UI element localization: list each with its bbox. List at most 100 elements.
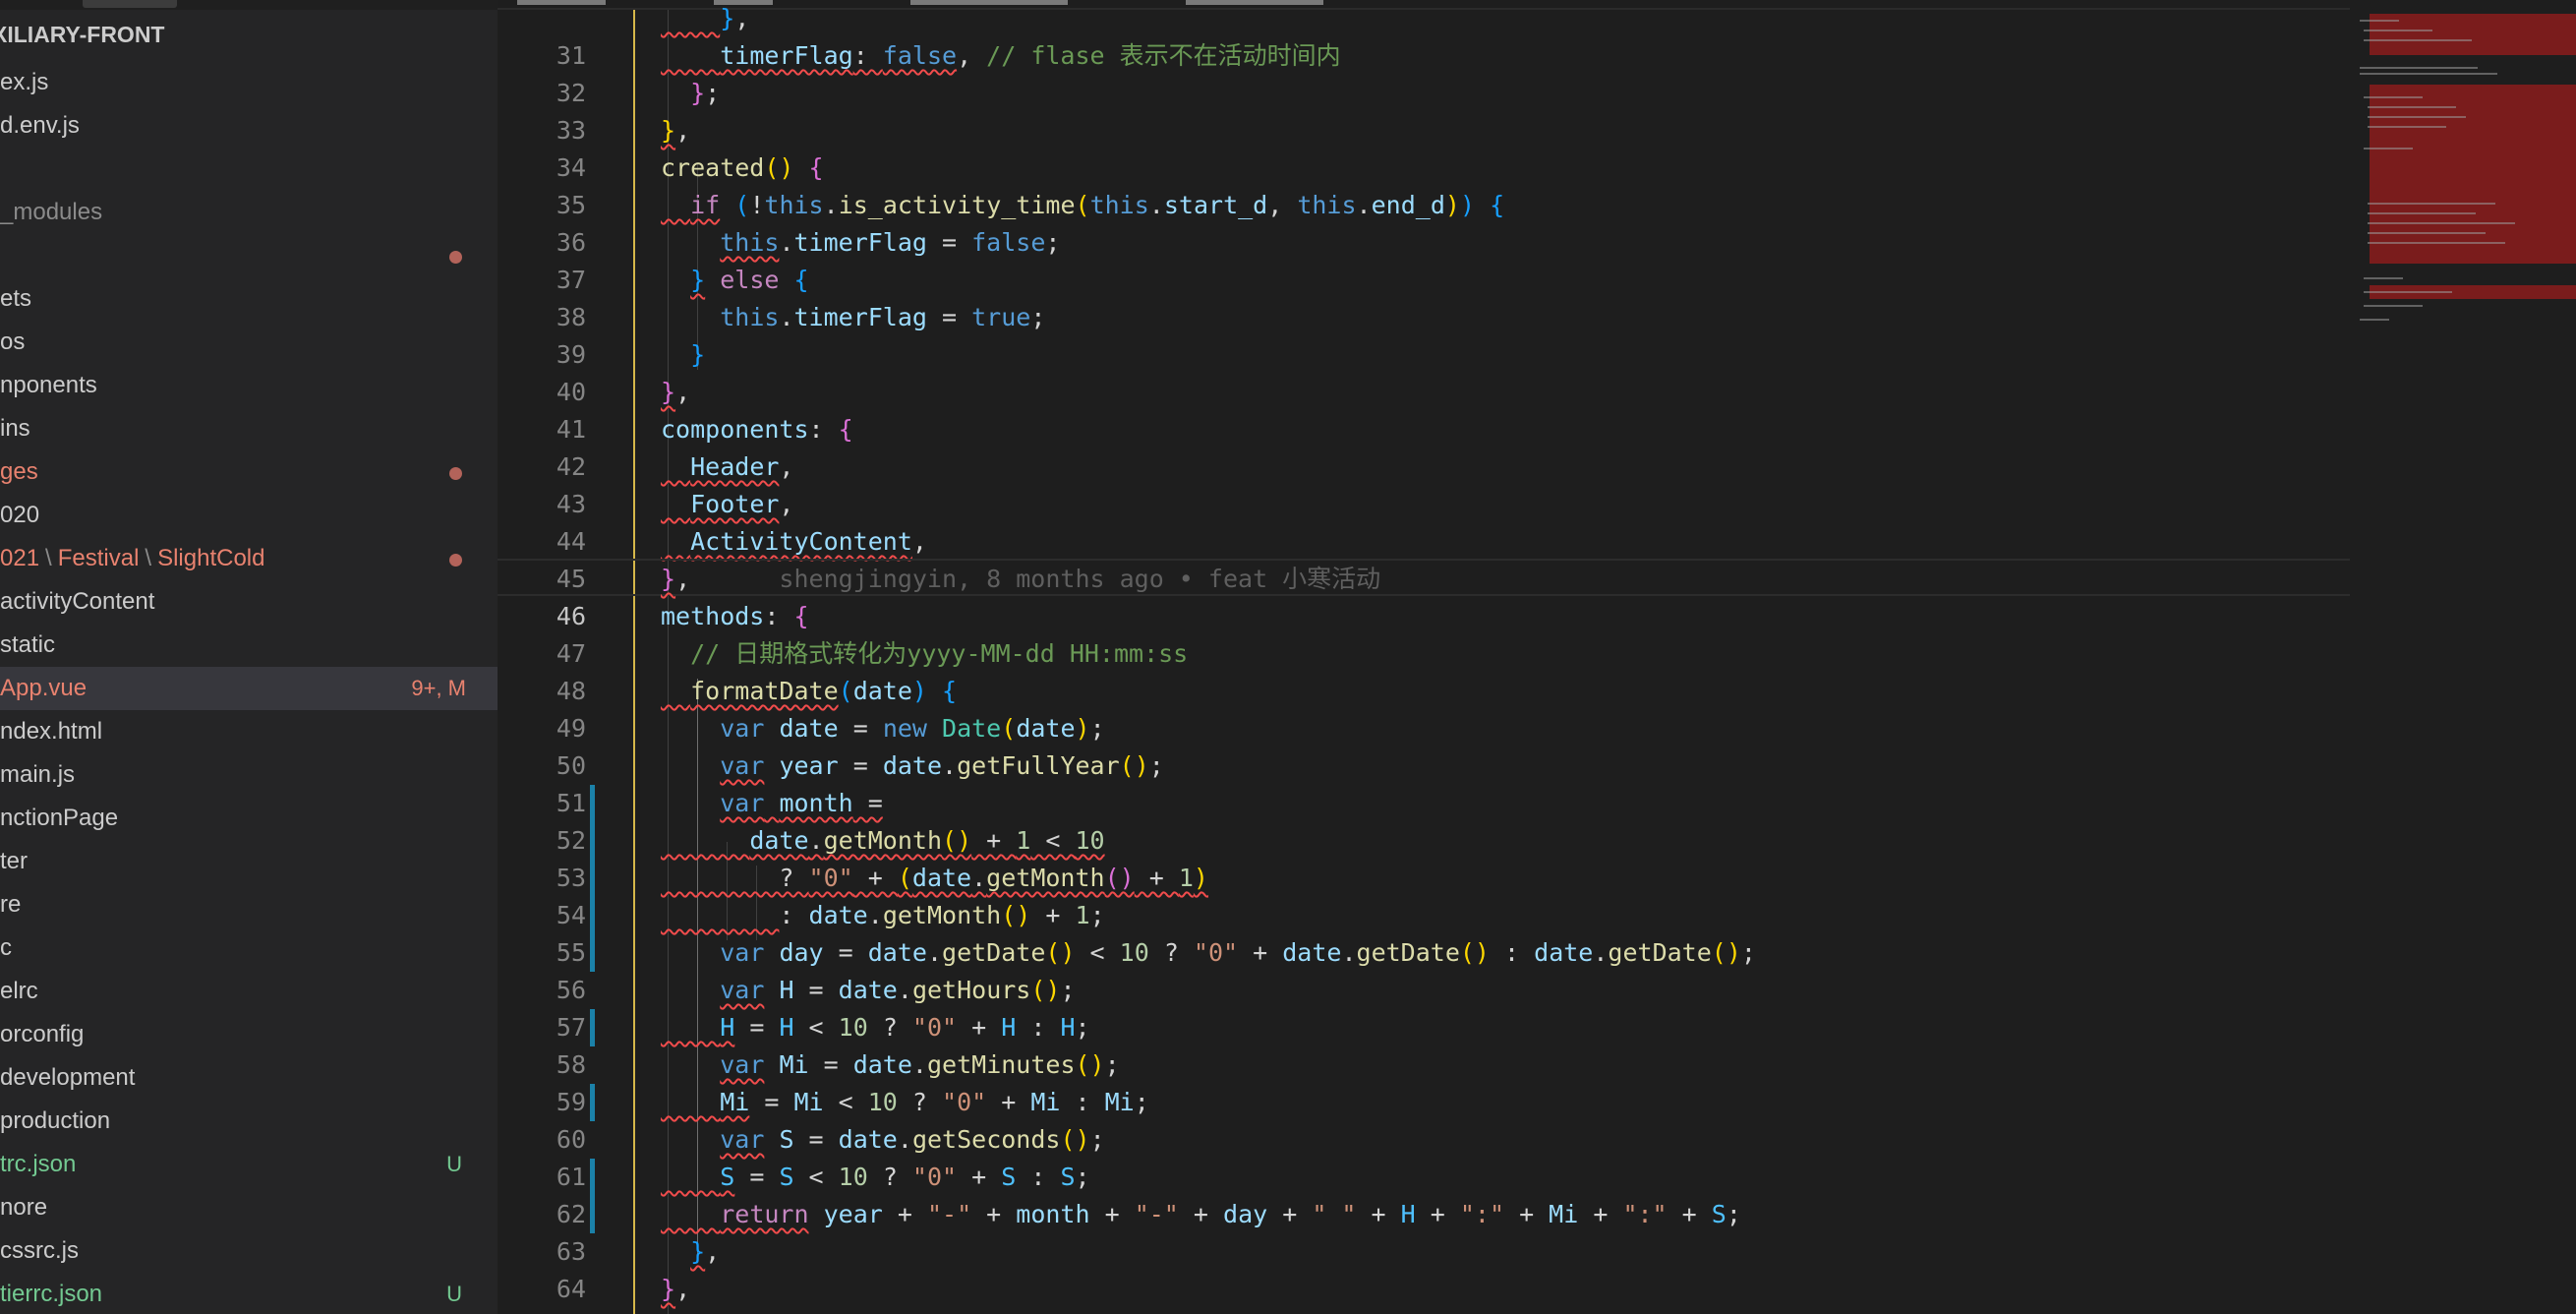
code-line[interactable]: 41 }, [498,374,2350,444]
code-text: var H = date.getHours(); [720,976,1076,1004]
code-line[interactable]: 36 if (!this.is_activity_time(this.start… [498,187,2350,257]
code-text: date.getMonth() + 1 < 10 [749,826,1105,855]
code-line[interactable]: 64 }, [498,1233,2350,1303]
tree-item[interactable]: cssrc.js [0,1229,498,1273]
code-line[interactable]: 38 } else { [498,262,2350,331]
code-line[interactable]: 52 var month = [498,785,2350,855]
tree-item-node-modules[interactable]: _modules [0,191,498,234]
code-text: ? "0" + (date.getMonth() + 1) [661,864,1208,892]
code-text: var date = new Date(date); [720,714,1105,743]
code-line[interactable]: 51 var year = date.getFullYear(); [498,747,2350,817]
code-line[interactable]: 44 Footer, [498,486,2350,556]
minimap-line [2368,126,2446,128]
tree-item[interactable]: ets [0,277,498,321]
code-line[interactable]: 37 this.timerFlag = false; [498,224,2350,294]
tree-item[interactable]: os [0,321,498,364]
tree-item[interactable] [0,148,498,191]
tree-item-label: main.js [0,761,76,788]
tree-item-label: tierrc.json [0,1281,103,1307]
tree-item-label: trc.json [0,1151,77,1177]
code-line[interactable]: 57 var H = date.getHours(); [498,972,2350,1042]
tree-item[interactable]: c [0,926,498,970]
code-line[interactable]: 62 S = S < 10 ? "0" + S : S; [498,1159,2350,1228]
code-line[interactable]: 48 // 日期格式转化为yyyy-MM-dd HH:mm:ss [498,635,2350,705]
tree-item[interactable]: ndex.html [0,710,498,753]
tree-item-app-vue[interactable]: App.vue 9+, M [0,667,498,710]
code-line[interactable]: 34 }, [498,112,2350,182]
code-line[interactable]: 33 }; [498,75,2350,145]
code-line[interactable]: 65 }, [498,1271,2350,1314]
minimap[interactable] [2350,0,2576,1314]
code-text: components: { [661,415,853,444]
tree-item-untracked[interactable]: tierrc.json U [0,1273,498,1314]
modified-dot-icon [449,554,462,567]
tree-item[interactable] [0,234,498,277]
minimap-line [2364,96,2423,98]
tree-item[interactable]: d.env.js [0,104,498,148]
tree-item-label: ges [0,458,38,485]
code-line-current[interactable]: 46 }, shengjingyin, 8 months ago • feat … [498,559,2350,630]
tree-item[interactable]: re [0,883,498,926]
tree-item[interactable]: nore [0,1186,498,1229]
tree-item-pages[interactable]: ges [0,450,498,494]
code-line[interactable]: 40 } [498,336,2350,406]
tree-item[interactable]: main.js [0,753,498,797]
code-line[interactable]: 59 var Mi = date.getMinutes(); [498,1046,2350,1116]
code-line[interactable]: 45 ActivityContent, [498,523,2350,593]
tree-item-label: re [0,891,22,918]
code-text: var S = date.getSeconds(); [720,1125,1105,1154]
code-text: } else { [690,266,809,294]
code-line[interactable]: 39 this.timerFlag = true; [498,299,2350,369]
tree-item[interactable]: activityContent [0,580,498,624]
code-line[interactable]: 55 : date.getMonth() + 1; [498,897,2350,967]
minimap-line [2368,106,2456,108]
explorer-section-header[interactable]: XILIARY-FRONT [0,14,498,55]
code-line[interactable]: 42 components: { [498,411,2350,481]
code-line[interactable]: 50 var date = new Date(date); [498,710,2350,780]
code-line[interactable]: 63 return year + "-" + month + "-" + day… [498,1196,2350,1266]
code-line[interactable]: 43 Header, [498,448,2350,518]
tree-item-label: cssrc.js [0,1237,79,1264]
tree-item-label: ets [0,285,32,312]
tree-item[interactable]: nponents [0,364,498,407]
code-line[interactable]: 60 Mi = Mi < 10 ? "0" + Mi : Mi; [498,1084,2350,1154]
tree-item-untracked[interactable]: trc.json U [0,1143,498,1186]
minimap-line [2368,242,2505,244]
tree-item[interactable]: ins [0,407,498,450]
tree-item[interactable]: development [0,1056,498,1100]
code-line[interactable]: 35 created() { [498,149,2350,219]
code-text: : date.getMonth() + 1; [779,901,1105,929]
tree-item-slightcold-folder[interactable]: 021 \ Festival \ SlightCold [0,537,498,580]
tree-item-label: production [0,1107,111,1134]
minimap-line [2368,116,2466,118]
minimap-line [2360,67,2478,69]
minimap-line [2364,148,2413,149]
code-text: } [690,340,706,369]
code-line[interactable]: 47 methods: { [498,598,2350,668]
tree-item[interactable]: elrc [0,970,498,1013]
tree-item-label: nore [0,1194,48,1221]
tree-item[interactable]: static [0,624,498,667]
sidebar-tab-chip[interactable] [83,0,177,8]
code-line[interactable]: 56 var day = date.getDate() < 10 ? "0" +… [498,934,2350,1004]
modified-dot-icon [449,251,462,264]
code-text: H = H < 10 ? "0" + H : H; [720,1013,1090,1042]
tree-item[interactable]: ter [0,840,498,883]
code-text: var month = [720,789,883,817]
tree-item[interactable]: 020 [0,494,498,537]
tree-item[interactable]: ex.js [0,61,498,104]
tree-item[interactable]: nctionPage [0,797,498,840]
code-line[interactable]: 54 ? "0" + (date.getMonth() + 1) [498,860,2350,929]
code-line[interactable]: 53 date.getMonth() + 1 < 10 [498,822,2350,892]
tree-item-label: orconfig [0,1021,85,1047]
code-editor[interactable]: 31 }, 32 timerFlag: false, // flase 表示不在… [498,0,2576,1314]
tree-item[interactable]: orconfig [0,1013,498,1056]
code-line[interactable]: 49 formatDate(date) { [498,673,2350,743]
code-line[interactable]: 58 H = H < 10 ? "0" + H : H; [498,1009,2350,1079]
code-line[interactable]: 31 }, [498,0,2350,70]
code-text: }, [661,116,691,145]
code-line[interactable]: 61 var S = date.getSeconds(); [498,1121,2350,1191]
code-text: Footer, [690,490,794,518]
code-line[interactable]: 32 timerFlag: false, // flase 表示不在活动时间内 [498,37,2350,107]
tree-item[interactable]: production [0,1100,498,1143]
